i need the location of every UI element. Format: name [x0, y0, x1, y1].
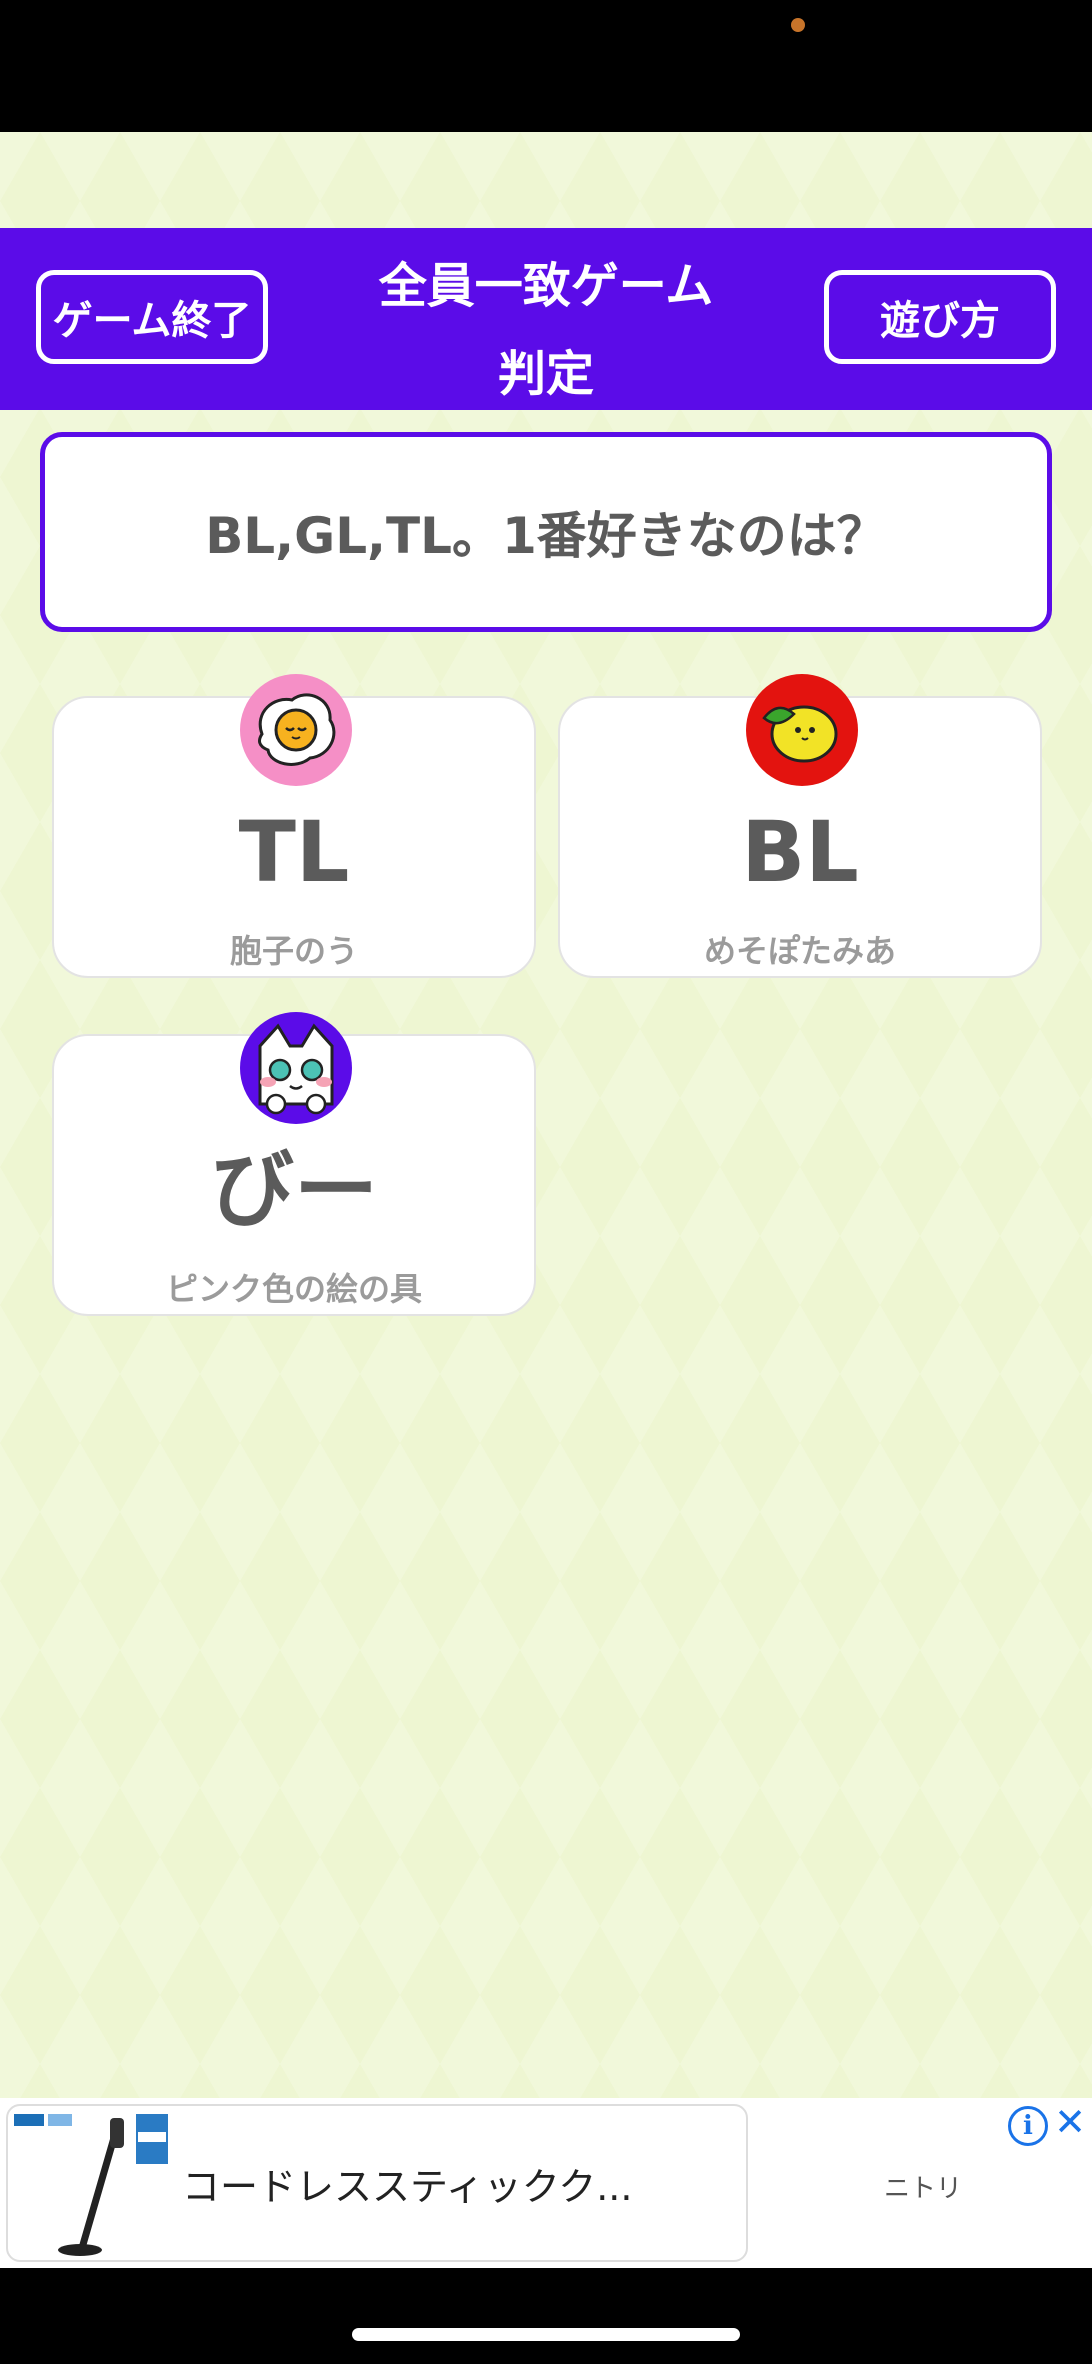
answer-card: BL めそぽたみあ	[558, 674, 1042, 978]
ad-banner[interactable]: コードレススティックク... ニトリ i ✕	[0, 2098, 1092, 2268]
info-icon[interactable]: i	[1008, 2106, 1048, 2146]
answer-card: びー ピンク色の絵の具	[52, 1012, 536, 1316]
end-game-button[interactable]: ゲーム終了	[36, 270, 268, 364]
ad-content[interactable]: コードレススティックク...	[6, 2104, 748, 2262]
vacuum-product-icon	[14, 2114, 168, 2256]
player-name: めそぽたみあ	[703, 932, 896, 970]
title-text: 全員一致ゲーム	[378, 258, 714, 314]
status-bar	[0, 0, 1092, 132]
home-indicator[interactable]	[352, 2328, 740, 2341]
camera-indicator	[791, 18, 805, 32]
answer-text: TL	[238, 803, 350, 901]
ad-headline[interactable]: コードレススティックク...	[182, 2156, 632, 2211]
white-cat-icon	[240, 1012, 352, 1124]
fried-egg-icon	[240, 674, 352, 786]
lemon-icon	[746, 674, 858, 786]
question-text: BL,GL,TL。1番好きなのは？	[205, 507, 887, 565]
question-box: BL,GL,TL。1番好きなのは？	[40, 432, 1052, 632]
how-to-play-button[interactable]: 遊び方	[824, 270, 1056, 364]
answer-text: BL	[741, 803, 859, 901]
ad-advertiser[interactable]: ニトリ	[884, 2168, 962, 2205]
answer-card: TL 胞子のう	[52, 674, 536, 978]
header-bar: ゲーム終了 全員一致ゲーム 判定 遊び方	[0, 228, 1092, 410]
player-name: ピンク色の絵の具	[165, 1270, 422, 1308]
close-icon[interactable]: ✕	[1052, 2102, 1088, 2142]
player-name: 胞子のう	[229, 932, 358, 970]
navigation-bar	[0, 2268, 1092, 2364]
subtitle-text: 判定	[497, 346, 594, 402]
page-title: 全員一致ゲーム 判定	[300, 242, 792, 418]
answer-text: びー	[209, 1141, 378, 1239]
